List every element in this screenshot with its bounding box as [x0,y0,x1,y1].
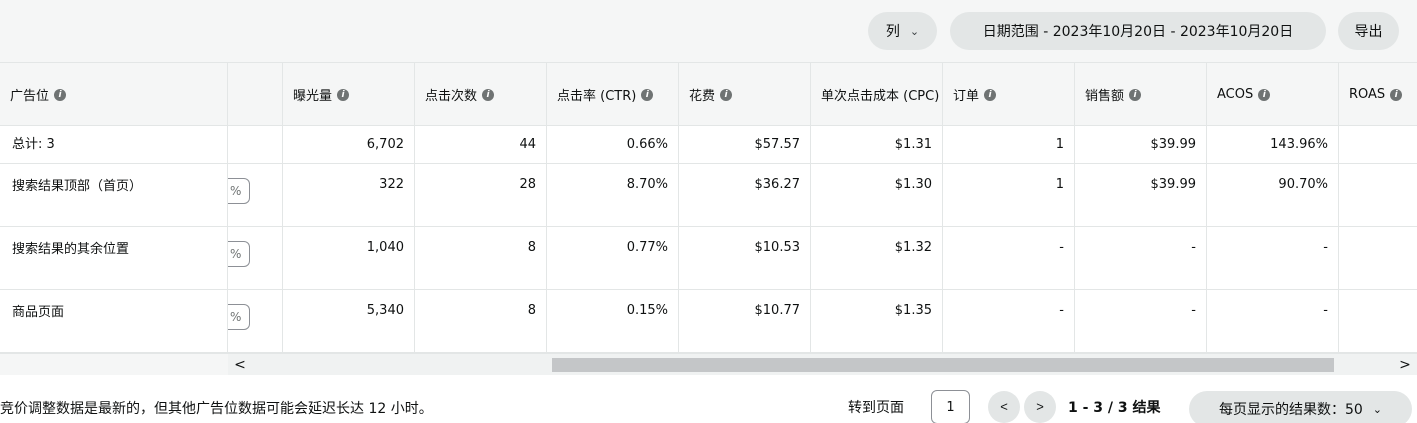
table-header: 广告位 i 曝光量 i 点击次数 i 点击率 (CTR) i 花费 i 单次点击成本 (C… [0,63,1417,126]
clicks-cell: 8 [415,290,547,352]
info-icon[interactable]: i [641,88,654,101]
total-orders: 1 [943,126,1075,163]
header-ctr[interactable]: 点击率 (CTR) i [547,63,679,126]
bid-adjust-input[interactable]: % [228,304,250,330]
table-footer: 竞价调整数据是最新的，但其他广告位数据可能会延迟长达 12 小时。 转到页面 <… [0,376,1417,423]
sales-cell: $39.99 [1075,164,1207,226]
chevron-down-icon: ⌄ [1372,402,1383,416]
orders-cell: - [943,227,1075,289]
placement-name: 商品页面 [0,290,228,352]
per-page-label: 每页显示的结果数：50 [1218,402,1363,418]
sales-cell: - [1075,290,1207,352]
table-row: 商品页面 % 5,340 8 0.15% $10.77 $1.35 - - - [0,290,1417,353]
data-delay-note: 竞价调整数据是最新的，但其他广告位数据可能会延迟长达 12 小时。 [0,401,433,417]
table-toolbar: 列 ⌄ 日期范围 - 2023年10月20日 - 2023年10月20日 导出 [0,0,1417,63]
header-clicks[interactable]: 点击次数 i [415,63,547,126]
ctr-cell: 0.77% [547,227,679,289]
header-sales[interactable]: 销售额 i [1075,63,1207,126]
results-count: 1 - 3 / 3 结果 [1068,400,1161,416]
total-ctr: 0.66% [547,126,679,163]
acos-cell: 90.70% [1207,164,1339,226]
impressions-cell: 5,340 [283,290,415,352]
ctr-cell: 8.70% [547,164,679,226]
total-impressions: 6,702 [283,126,415,163]
bid-adjust-cell [228,126,283,163]
total-spend: $57.57 [679,126,811,163]
table-row: 搜索结果的其余位置 % 1,040 8 0.77% $10.53 $1.32 -… [0,227,1417,290]
header-roas[interactable]: ROAS i [1339,63,1417,126]
columns-label: 列 [885,24,900,40]
info-icon[interactable]: i [482,88,495,101]
placement-name: 搜索结果顶部（首页） [0,164,228,226]
info-icon[interactable]: i [337,88,350,101]
columns-button[interactable]: 列 ⌄ [868,12,937,50]
orders-cell: 1 [943,164,1075,226]
roas-cell [1339,164,1417,226]
placement-name: 搜索结果的其余位置 [0,227,228,289]
spend-cell: $36.27 [679,164,811,226]
header-impressions[interactable]: 曝光量 i [283,63,415,126]
horizontal-scrollbar[interactable]: < > [228,353,1417,375]
export-label: 导出 [1354,24,1383,40]
info-icon[interactable]: i [1390,88,1403,101]
header-spend[interactable]: 花费 i [679,63,811,126]
total-sales: $39.99 [1075,126,1207,163]
header-placement[interactable]: 广告位 i [0,63,228,126]
sales-cell: - [1075,227,1207,289]
info-icon[interactable]: i [984,88,997,101]
date-range-button[interactable]: 日期范围 - 2023年10月20日 - 2023年10月20日 [950,12,1326,50]
total-cpc: $1.31 [811,126,943,163]
bid-adjust-input[interactable]: % [228,241,250,267]
total-acos: 143.96% [1207,126,1339,163]
info-icon[interactable]: i [1258,88,1271,101]
bid-adjust-input[interactable]: % [228,178,250,204]
roas-cell [1339,290,1417,352]
info-icon[interactable]: i [1129,88,1142,101]
header-bid-adjust [228,63,283,126]
orders-cell: - [943,290,1075,352]
table-row: 搜索结果顶部（首页） % 322 28 8.70% $36.27 $1.30 1… [0,164,1417,227]
prev-page-button[interactable]: < [988,391,1020,423]
scroll-left-icon[interactable]: < [228,354,252,375]
ctr-cell: 0.15% [547,290,679,352]
date-range-label: 日期范围 - 2023年10月20日 - 2023年10月20日 [982,24,1294,40]
impressions-cell: 322 [283,164,415,226]
total-label: 总计: 3 [0,126,228,163]
total-roas [1339,126,1417,163]
chevron-down-icon: ⌄ [909,24,920,38]
cpc-cell: $1.30 [811,164,943,226]
header-orders[interactable]: 订单 i [943,63,1075,126]
clicks-cell: 8 [415,227,547,289]
acos-cell: - [1207,227,1339,289]
goto-page-label: 转到页面 [848,400,904,416]
scroll-right-icon[interactable]: > [1393,354,1417,375]
placement-table: 广告位 i 曝光量 i 点击次数 i 点击率 (CTR) i 花费 i 单次点击成本 (C… [0,63,1417,375]
scrollbar-thumb[interactable] [552,358,1334,372]
roas-cell [1339,227,1417,289]
spend-cell: $10.53 [679,227,811,289]
impressions-cell: 1,040 [283,227,415,289]
cpc-cell: $1.32 [811,227,943,289]
export-button[interactable]: 导出 [1338,12,1399,50]
total-clicks: 44 [415,126,547,163]
clicks-cell: 28 [415,164,547,226]
info-icon[interactable]: i [720,88,733,101]
total-row: 总计: 3 6,702 44 0.66% $57.57 $1.31 1 $39.… [0,126,1417,164]
header-cpc[interactable]: 单次点击成本 (CPC) [811,63,943,126]
cpc-cell: $1.35 [811,290,943,352]
info-icon[interactable]: i [54,88,67,101]
spend-cell: $10.77 [679,290,811,352]
header-acos[interactable]: ACOS i [1207,63,1339,126]
per-page-select[interactable]: 每页显示的结果数：50 ⌄ [1189,391,1412,423]
page-number-input[interactable] [931,390,970,423]
acos-cell: - [1207,290,1339,352]
scroll-spacer [0,353,228,375]
next-page-button[interactable]: > [1024,391,1056,423]
